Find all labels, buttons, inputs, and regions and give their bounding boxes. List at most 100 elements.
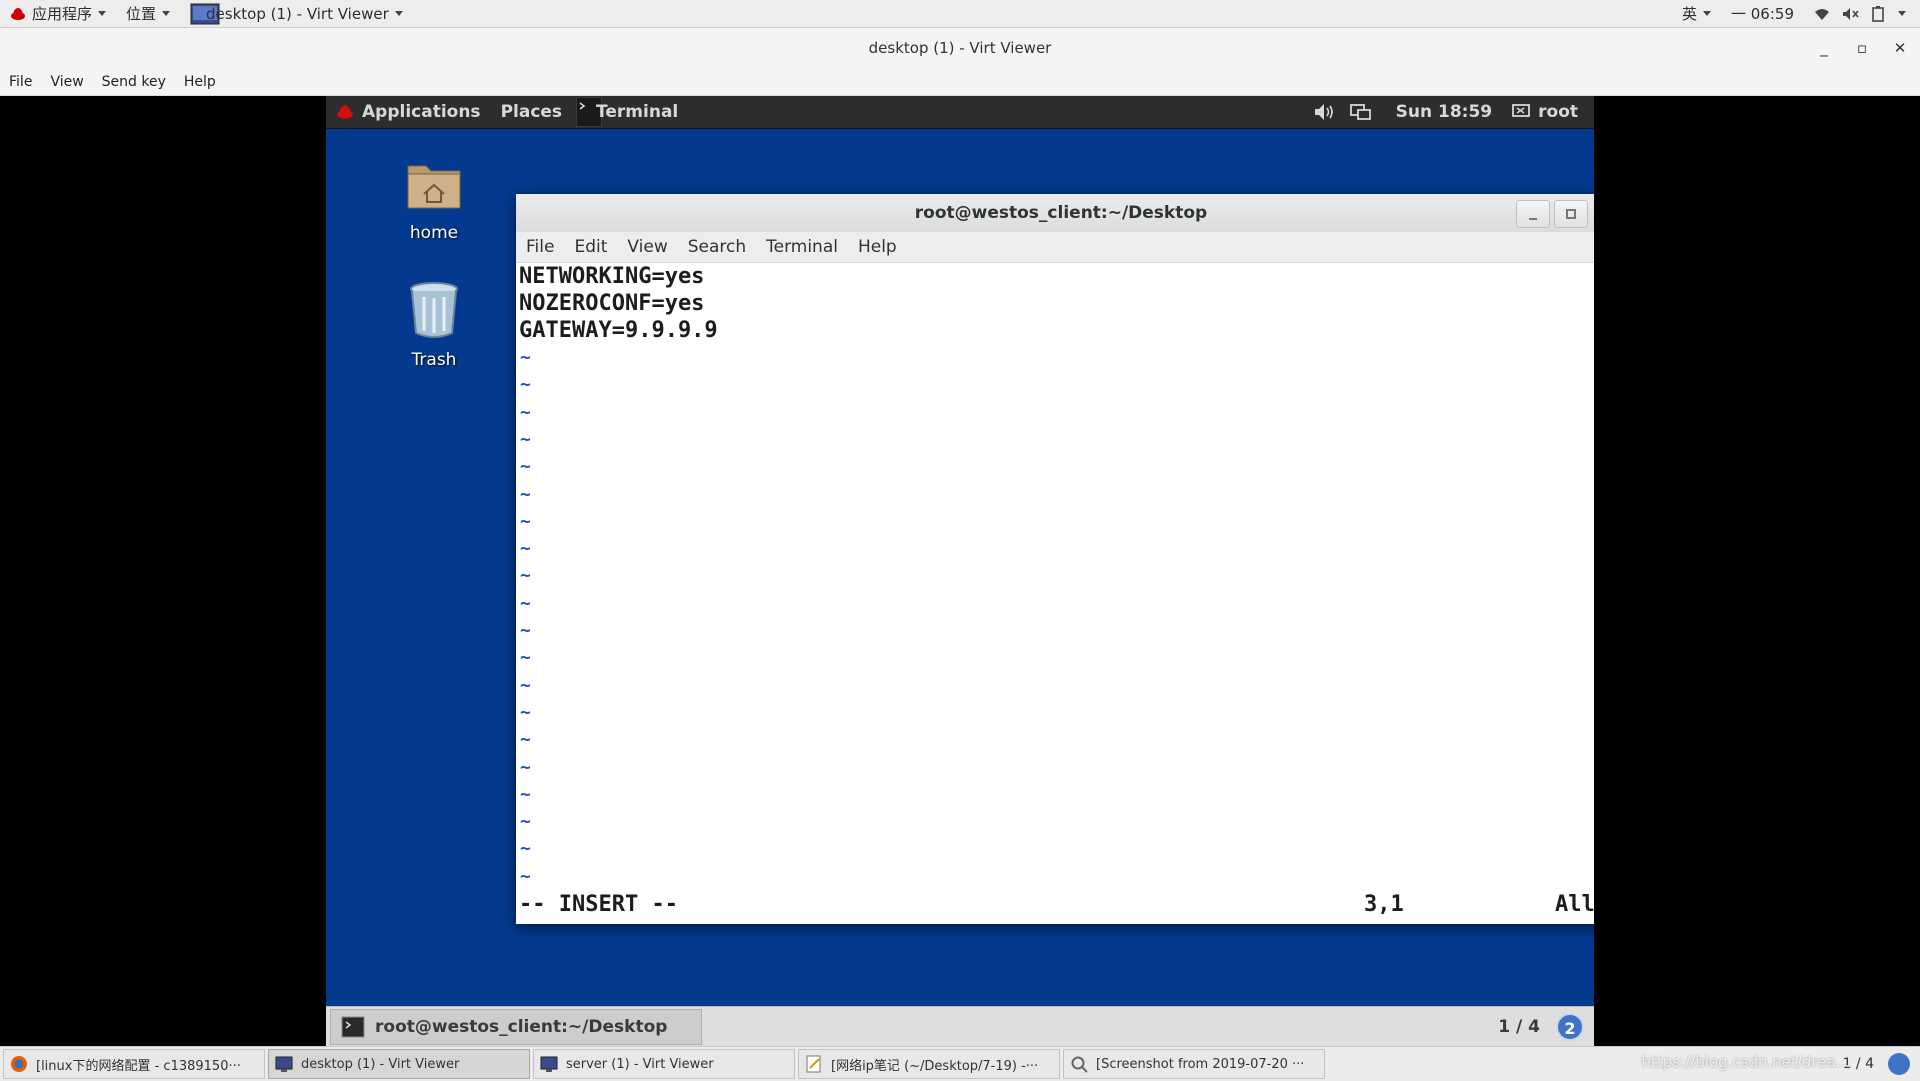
- virt-viewer-icon: [275, 1056, 293, 1072]
- terminal-menu-view[interactable]: View: [617, 237, 677, 257]
- host-window-label: desktop (1) - Virt Viewer: [206, 4, 389, 23]
- host-task-label: [Screenshot from 2019-07-20 ···: [1096, 1056, 1305, 1072]
- host-taskbar: [linux下的网络配置 - c1389150··· desktop (1) -…: [0, 1046, 1920, 1081]
- virt-viewer-icon: [540, 1056, 558, 1072]
- host-clock-label: 一 06:59: [1731, 5, 1794, 23]
- vim-tilde-line: ~: [520, 838, 531, 860]
- host-task-image-viewer[interactable]: [Screenshot from 2019-07-20 ···: [1063, 1049, 1325, 1079]
- host-window-menu[interactable]: desktop (1) - Virt Viewer: [180, 0, 413, 27]
- desktop-icon-home-label: home: [409, 223, 459, 243]
- virt-viewer-title-bar[interactable]: desktop (1) - Virt Viewer _ ▫ ✕: [0, 28, 1920, 68]
- terminal-minimize-button[interactable]: [1516, 200, 1550, 228]
- workspace-indicator[interactable]: 1 / 4: [1482, 1017, 1556, 1037]
- host-task-server-viewer[interactable]: server (1) - Virt Viewer: [533, 1049, 795, 1079]
- wifi-icon: [1815, 8, 1829, 20]
- guest-applications-label: Applications: [362, 102, 481, 122]
- close-button[interactable]: ✕: [1881, 28, 1919, 68]
- terminal-menu-search[interactable]: Search: [678, 237, 756, 257]
- vim-tilde-line: ~: [520, 647, 531, 669]
- chevron-down-icon: [162, 11, 171, 16]
- host-top-bar: 应用程序 位置 desktop (1) - Virt Viewer 英 一 06…: [0, 0, 1920, 28]
- menu-help[interactable]: Help: [175, 74, 225, 90]
- terminal-menu-help[interactable]: Help: [848, 237, 907, 257]
- trash-icon: [410, 282, 458, 338]
- volume-icon[interactable]: [1314, 103, 1336, 121]
- host-task-text-editor[interactable]: [网络ip笔记 (~/Desktop/7-19) -···: [798, 1049, 1060, 1079]
- guest-user-label: root: [1538, 102, 1578, 122]
- terminal-window[interactable]: root@westos_client:~/Desktop File Edit V…: [516, 194, 1594, 924]
- minimize-button[interactable]: _: [1805, 28, 1843, 68]
- chevron-down-icon: [98, 11, 107, 16]
- vim-tilde-line: ~: [520, 483, 531, 505]
- network-icon[interactable]: [1349, 103, 1372, 121]
- vim-tilde-line: ~: [520, 729, 531, 751]
- input-method-menu[interactable]: 英: [1672, 0, 1721, 27]
- guest-desktop[interactable]: Applications Places Terminal Sun 18:59 r…: [326, 96, 1594, 1046]
- host-task-label: [网络ip笔记 (~/Desktop/7-19) -···: [831, 1058, 1039, 1074]
- volume-muted-icon: [1843, 7, 1859, 20]
- guest-places-menu[interactable]: Places: [491, 96, 572, 128]
- maximize-button[interactable]: ▫: [1843, 28, 1881, 68]
- image-viewer-icon: [1071, 1056, 1088, 1073]
- vim-tilde-line: ~: [520, 865, 531, 887]
- minimize-icon: [1529, 218, 1537, 220]
- desktop-icon-home[interactable]: home: [379, 156, 489, 243]
- guest-task-terminal[interactable]: root@westos_client:~/Desktop: [330, 1009, 703, 1045]
- maximize-icon: [1566, 209, 1576, 219]
- vim-tilde-line: ~: [520, 592, 531, 614]
- terminal-title-bar[interactable]: root@westos_client:~/Desktop: [516, 194, 1594, 233]
- vim-line-1: NETWORKING=yes: [519, 264, 705, 289]
- user-session-icon: [1512, 104, 1531, 117]
- guest-clock[interactable]: Sun 18:59: [1386, 96, 1502, 128]
- vim-tilde-line: ~: [520, 756, 531, 778]
- guest-terminal-label: Terminal: [596, 102, 679, 122]
- virt-viewer-title: desktop (1) - Virt Viewer: [868, 39, 1052, 57]
- host-task-firefox[interactable]: [linux下的网络配置 - c1389150···: [3, 1049, 265, 1079]
- minimize-icon: _: [1820, 39, 1828, 57]
- terminal-maximize-button[interactable]: [1554, 200, 1588, 228]
- watermark-text: https://blog.csdn.net/drea...: [1641, 1053, 1850, 1071]
- terminal-menu-terminal[interactable]: Terminal: [756, 237, 848, 257]
- chevron-down-icon: [1898, 11, 1906, 16]
- terminal-text-area[interactable]: NETWORKING=yes NOZEROCONF=yes GATEWAY=9.…: [516, 263, 1594, 924]
- chevron-down-icon: [1703, 11, 1711, 16]
- host-applications-menu[interactable]: 应用程序: [0, 0, 116, 27]
- firefox-icon: [11, 1056, 27, 1072]
- vim-tilde-line: ~: [520, 538, 531, 560]
- system-status-area[interactable]: [1804, 0, 1920, 27]
- host-clock[interactable]: 一 06:59: [1721, 0, 1804, 27]
- host-workspace-pager[interactable]: 1 / 4: [1843, 1053, 1920, 1075]
- vim-mode-indicator: -- INSERT --: [519, 892, 678, 917]
- input-method-label: 英: [1681, 5, 1697, 23]
- guest-applications-menu[interactable]: Applications: [326, 96, 491, 128]
- menu-view[interactable]: View: [41, 74, 92, 90]
- chevron-down-icon: [394, 11, 403, 16]
- vim-tilde-line: ~: [520, 811, 531, 833]
- host-task-label: desktop (1) - Virt Viewer: [301, 1056, 460, 1072]
- vim-cursor-position: 3,1: [1364, 892, 1404, 917]
- vim-tilde-line: ~: [520, 701, 531, 723]
- vim-tilde-line: ~: [520, 401, 531, 423]
- notification-badge[interactable]: 2: [1556, 1013, 1584, 1041]
- terminal-menu-file[interactable]: File: [516, 237, 564, 257]
- desktop-icon-trash[interactable]: Trash: [379, 281, 489, 370]
- host-task-desktop-viewer[interactable]: desktop (1) - Virt Viewer: [268, 1049, 530, 1079]
- menu-send-key[interactable]: Send key: [93, 74, 175, 90]
- host-task-label: [linux下的网络配置 - c1389150···: [36, 1058, 241, 1074]
- redhat-icon: [337, 105, 353, 119]
- vim-scroll-indicator: All: [1555, 892, 1594, 917]
- menu-file[interactable]: File: [0, 74, 41, 90]
- battery-icon: [1872, 5, 1884, 22]
- guest-terminal-app-menu[interactable]: Terminal: [572, 96, 688, 128]
- vim-tilde-line: ~: [520, 347, 531, 368]
- guest-user-menu[interactable]: root: [1502, 96, 1588, 128]
- terminal-title: root@westos_client:~/Desktop: [914, 203, 1208, 223]
- terminal-icon: [341, 1016, 365, 1038]
- host-places-menu[interactable]: 位置: [116, 0, 180, 27]
- host-notification-icon[interactable]: [1888, 1053, 1910, 1075]
- vim-line-3: GATEWAY=9.9.9.9: [519, 318, 718, 343]
- vim-tilde-line: ~: [520, 783, 531, 805]
- terminal-menu-edit[interactable]: Edit: [564, 237, 617, 257]
- redhat-icon: [11, 7, 25, 20]
- vim-tilde-line: ~: [520, 428, 531, 450]
